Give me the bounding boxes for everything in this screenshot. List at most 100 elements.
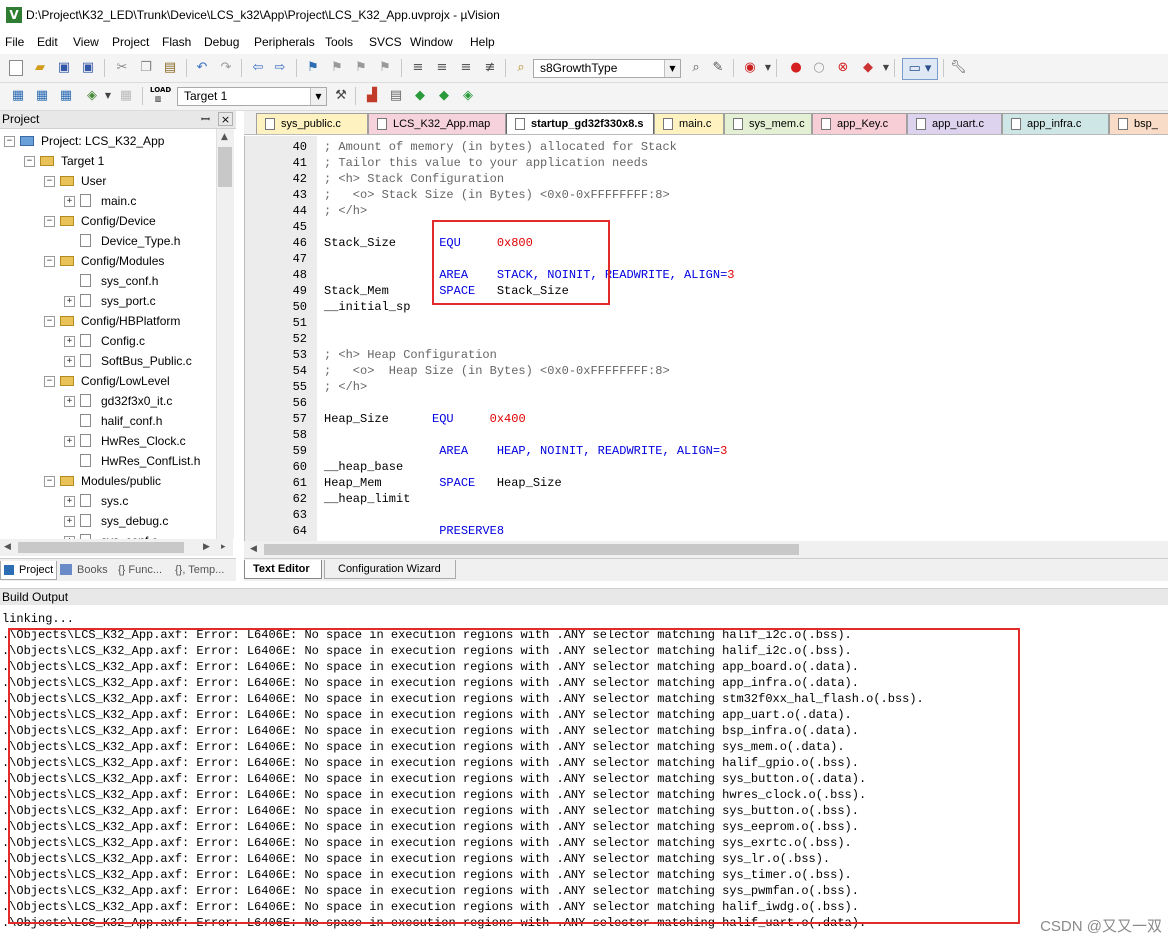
code-editor[interactable]: 40 ; Amount of memory (in bytes) allocate… — [244, 136, 1168, 541]
tree-item[interactable]: + main.c — [0, 191, 216, 211]
menu-view[interactable]: View — [73, 35, 99, 49]
indent-icon[interactable]: ≡ — [410, 60, 426, 76]
expand-icon[interactable]: + — [64, 296, 75, 307]
chevron-down-icon[interactable]: ▼ — [664, 60, 680, 77]
collapse-icon[interactable]: − — [24, 156, 35, 167]
rebuild-icon[interactable]: ▦ — [58, 88, 74, 104]
redo-icon[interactable]: ↷ — [218, 60, 234, 76]
tree-item[interactable]: − Config/HBPlatform — [0, 311, 216, 331]
undo-icon[interactable]: ↶ — [194, 60, 210, 76]
paste-icon[interactable]: ▤ — [162, 60, 178, 76]
tree-item[interactable]: Device_Type.h — [0, 231, 216, 251]
collapse-icon[interactable]: − — [44, 376, 55, 387]
menu-peripherals[interactable]: Peripherals — [254, 35, 315, 49]
window-layout-icon[interactable]: ▭ ▾ — [902, 58, 938, 80]
batch-build-icon[interactable]: ◈ — [84, 88, 100, 104]
editor-horizontal-scrollbar[interactable]: ◀ — [244, 541, 1168, 558]
download-load-icon[interactable]: LOAD ▥ — [150, 86, 171, 103]
menu-window[interactable]: Window — [410, 35, 453, 49]
menu-debug[interactable]: Debug — [204, 35, 239, 49]
menu-svcs[interactable]: SVCS — [369, 35, 402, 49]
editor-tab[interactable]: startup_gd32f330x8.s — [506, 113, 654, 134]
tree-item[interactable]: halif_conf.h — [0, 411, 216, 431]
collapse-icon[interactable]: − — [44, 476, 55, 487]
editor-tab[interactable]: sys_mem.c — [724, 113, 812, 134]
unindent-icon[interactable]: ≡ — [434, 60, 450, 76]
save-icon[interactable]: ▣ — [56, 60, 72, 76]
scroll-right-end-icon[interactable]: ▸ — [221, 542, 226, 552]
translate-icon[interactable]: ▦ — [10, 88, 26, 104]
target-options-icon[interactable]: ⚒ — [333, 88, 349, 104]
scroll-up-icon[interactable]: ▲ — [221, 132, 228, 142]
tree-item[interactable]: − Config/Device — [0, 211, 216, 231]
collapse-icon[interactable]: − — [44, 216, 55, 227]
tree-item[interactable]: + SoftBus_Public.c — [0, 351, 216, 371]
editor-tab[interactable]: LCS_K32_App.map — [368, 113, 506, 134]
pin-icon[interactable]: ꟷ — [201, 112, 210, 127]
build-icon[interactable]: ▦ — [34, 88, 50, 104]
menu-file[interactable]: File — [5, 35, 24, 49]
collapse-icon[interactable]: − — [4, 136, 15, 147]
find-in-files-icon[interactable]: ⌕ — [513, 60, 529, 76]
pack-installer-icon[interactable]: ◆ — [412, 88, 428, 104]
breakpoints-window-icon[interactable]: ◆ — [860, 60, 876, 76]
target-combo[interactable]: Target 1 ▼ — [177, 87, 327, 106]
expand-icon[interactable]: + — [64, 496, 75, 507]
collapse-icon[interactable]: − — [44, 176, 55, 187]
save-all-icon[interactable]: ▣ — [80, 60, 96, 76]
expand-icon[interactable]: + — [64, 196, 75, 207]
chevron-down-icon[interactable]: ▼ — [760, 60, 776, 76]
tree-vertical-scrollbar[interactable]: ▲ — [216, 129, 234, 539]
scroll-right-icon[interactable]: ▶ — [203, 542, 210, 552]
manage-components-icon[interactable]: ▟ — [364, 88, 380, 104]
tree-horizontal-scrollbar[interactable]: ◀ ▶ ▸ — [0, 539, 233, 556]
collapse-icon[interactable]: − — [44, 256, 55, 267]
menu-flash[interactable]: Flash — [162, 35, 191, 49]
debug-session-icon[interactable]: ◉ — [742, 60, 758, 76]
editor-tab[interactable]: app_uart.c — [907, 113, 1002, 134]
stop-build-icon[interactable]: ▦ — [118, 88, 134, 104]
find-combo[interactable]: s8GrowthType ▼ — [533, 59, 681, 78]
cut-icon[interactable]: ✂ — [114, 60, 130, 76]
expand-icon[interactable]: + — [64, 516, 75, 527]
tree-item[interactable]: + gd32f3x0_it.c — [0, 391, 216, 411]
collapse-icon[interactable]: − — [44, 316, 55, 327]
tab-project[interactable]: Project — [0, 561, 57, 580]
tree-item[interactable]: − Project: LCS_K32_App — [0, 131, 216, 151]
run-time-environment-icon[interactable]: ◈ — [460, 88, 476, 104]
menu-project[interactable]: Project — [112, 35, 149, 49]
comment-icon[interactable]: ≡ — [458, 60, 474, 76]
tree-item[interactable]: + sys.c — [0, 491, 216, 511]
tree-item[interactable]: HwRes_ConfList.h — [0, 451, 216, 471]
scroll-left-icon[interactable]: ◀ — [250, 544, 257, 554]
next-bookmark-icon[interactable]: ⚑ — [353, 60, 369, 76]
tree-item[interactable]: + Config.c — [0, 331, 216, 351]
configure-wrench-icon[interactable]: 🔧︎ — [950, 60, 967, 76]
chevron-down-icon[interactable]: ▼ — [878, 60, 894, 76]
select-software-packs-icon[interactable]: ◆ — [436, 88, 452, 104]
bookmark-icon[interactable]: ⚑ — [305, 60, 321, 76]
expand-icon[interactable]: + — [64, 436, 75, 447]
menu-edit[interactable]: Edit — [37, 35, 58, 49]
menu-tools[interactable]: Tools — [325, 35, 353, 49]
tab-text-editor[interactable]: Text Editor — [244, 560, 322, 579]
editor-tab[interactable]: bsp_ — [1109, 113, 1168, 134]
scrollbar-thumb[interactable] — [18, 542, 184, 553]
uncomment-icon[interactable]: ≢ — [482, 60, 498, 76]
editor-tab[interactable]: app_infra.c — [1002, 113, 1109, 134]
tree-item[interactable]: + sys_port.c — [0, 291, 216, 311]
tree-item[interactable]: + sys_debug.c — [0, 511, 216, 531]
tree-item[interactable]: − User — [0, 171, 216, 191]
tree-item[interactable]: − Target 1 — [0, 151, 216, 171]
editor-tab[interactable]: main.c — [654, 113, 724, 134]
new-file-icon[interactable] — [9, 60, 23, 76]
breakpoint-icon[interactable]: ● — [788, 60, 804, 76]
expand-icon[interactable]: + — [64, 336, 75, 347]
tree-item[interactable]: − Config/Modules — [0, 251, 216, 271]
tree-item[interactable]: − Modules/public — [0, 471, 216, 491]
expand-icon[interactable]: + — [64, 356, 75, 367]
expand-icon[interactable]: + — [64, 396, 75, 407]
clear-bookmarks-icon[interactable]: ⚑ — [377, 60, 393, 76]
editor-tab[interactable]: sys_public.c — [256, 113, 368, 134]
tab-templates[interactable]: {}, Temp... — [175, 561, 235, 579]
